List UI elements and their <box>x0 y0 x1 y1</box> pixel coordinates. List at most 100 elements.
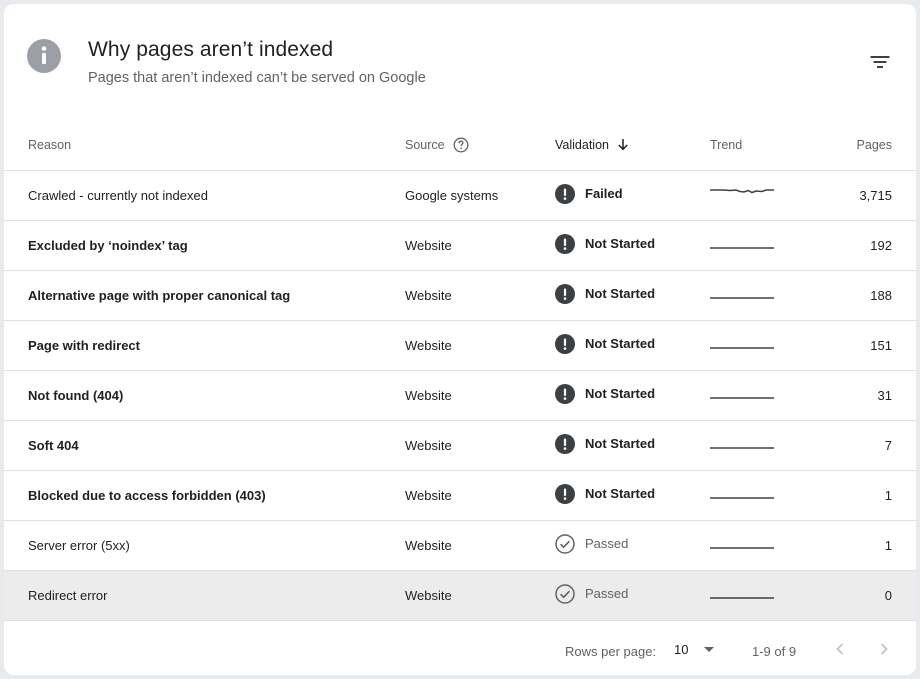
validation-status: Not Started <box>585 486 656 501</box>
pages-cell: 188 <box>870 287 892 303</box>
validation-cell: Not Started <box>555 320 710 370</box>
validation-status: Passed <box>585 536 629 551</box>
validation-cell: Not Started <box>555 420 710 470</box>
trend-sparkline <box>710 246 774 249</box>
trend-sparkline <box>710 546 774 549</box>
validation-status: Passed <box>585 586 629 601</box>
pagination-footer: Rows per page: 10 1-9 of 9 <box>4 620 916 675</box>
pages-cell: 7 <box>884 437 892 453</box>
alert-icon <box>555 233 575 254</box>
reason-cell: Crawled - currently not indexed <box>28 187 208 203</box>
column-header-validation[interactable]: Validation <box>555 120 710 170</box>
alert-icon <box>555 483 575 504</box>
reason-cell: Redirect error <box>28 587 108 603</box>
trend-cell <box>710 570 810 620</box>
previous-page-button[interactable] <box>828 637 852 661</box>
validation-cell: Not Started <box>555 270 710 320</box>
pages-cell: 192 <box>870 237 892 253</box>
trend-sparkline <box>710 188 774 193</box>
column-header-source-label: Source <box>405 137 445 152</box>
rows-per-page-select[interactable]: 10 <box>674 642 715 657</box>
table-header-row: Reason Source Validation Trend Pages <box>4 120 916 170</box>
trend-cell <box>710 270 810 320</box>
reasons-table: Reason Source Validation Trend Pages Cra… <box>4 120 916 621</box>
source-cell: Google systems <box>405 187 499 203</box>
source-cell: Website <box>405 337 452 353</box>
pages-cell: 31 <box>877 387 892 403</box>
card-header: Why pages aren’t indexed Pages that aren… <box>4 4 916 120</box>
trend-cell <box>710 220 810 270</box>
table-row[interactable]: Crawled - currently not indexed Google sy… <box>4 170 916 220</box>
table-row[interactable]: Not found (404) Website Not Started 31 <box>4 370 916 420</box>
validation-cell: Not Started <box>555 370 710 420</box>
source-cell: Website <box>405 487 452 503</box>
sort-arrow-down-icon <box>618 139 628 151</box>
trend-cell <box>710 320 810 370</box>
alert-icon <box>555 383 575 404</box>
report-card: Why pages aren’t indexed Pages that aren… <box>4 4 916 675</box>
check-circle-icon <box>555 533 575 554</box>
chevron-right-icon <box>880 643 888 655</box>
source-cell: Website <box>405 237 452 253</box>
rows-per-page-label: Rows per page: <box>565 644 657 659</box>
reason-cell: Soft 404 <box>28 437 79 453</box>
reason-cell: Alternative page with proper canonical t… <box>28 287 291 303</box>
trend-sparkline <box>710 496 774 499</box>
table-row[interactable]: Alternative page with proper canonical t… <box>4 270 916 320</box>
reason-cell: Not found (404) <box>28 387 124 403</box>
reason-cell: Blocked due to access forbidden (403) <box>28 487 266 503</box>
trend-sparkline <box>710 596 774 599</box>
filter-button[interactable] <box>862 44 898 80</box>
rows-per-page-value: 10 <box>674 642 689 657</box>
trend-sparkline <box>710 346 774 349</box>
table-row[interactable]: Excluded by ‘noindex’ tag Website Not Star… <box>4 220 916 270</box>
column-header-trend: Trend <box>710 137 743 152</box>
pages-cell: 0 <box>884 587 892 603</box>
help-icon[interactable] <box>453 137 469 153</box>
trend-cell <box>710 420 810 470</box>
pages-cell: 1 <box>884 487 892 503</box>
table-row[interactable]: Blocked due to access forbidden (403) Web… <box>4 470 916 520</box>
validation-status: Failed <box>585 186 623 201</box>
validation-status: Not Started <box>585 436 656 451</box>
source-cell: Website <box>405 537 452 553</box>
alert-icon <box>555 183 575 204</box>
column-header-source[interactable]: Source <box>405 120 555 170</box>
column-header-validation-label: Validation <box>555 137 609 152</box>
trend-sparkline <box>710 446 774 449</box>
page-subtitle: Pages that aren’t indexed can’t be serve… <box>88 70 426 86</box>
trend-sparkline <box>710 296 774 299</box>
filter-icon <box>870 56 890 68</box>
table-row[interactable]: Soft 404 Website Not Started 7 <box>4 420 916 470</box>
table-row[interactable]: Redirect error Website Passed 0 <box>4 570 916 620</box>
pages-cell: 3,715 <box>859 187 892 203</box>
chevron-left-icon <box>836 643 844 655</box>
table-row[interactable]: Page with redirect Website Not Started 151 <box>4 320 916 370</box>
info-icon <box>27 39 61 73</box>
trend-cell <box>710 370 810 420</box>
next-page-button[interactable] <box>872 637 896 661</box>
validation-cell: Failed <box>555 170 710 220</box>
reason-cell: Server error (5xx) <box>28 537 130 553</box>
validation-status: Not Started <box>585 336 656 351</box>
validation-status: Not Started <box>585 286 656 301</box>
validation-status: Not Started <box>585 236 656 251</box>
trend-cell <box>710 520 810 570</box>
trend-sparkline <box>710 396 774 399</box>
check-circle-icon <box>555 583 575 604</box>
pages-cell: 1 <box>884 537 892 553</box>
alert-icon <box>555 283 575 304</box>
column-header-pages[interactable]: Pages <box>810 120 916 170</box>
page-title: Why pages aren’t indexed <box>88 38 334 61</box>
reason-cell: Page with redirect <box>28 337 140 353</box>
trend-cell <box>710 170 810 220</box>
table-row[interactable]: Server error (5xx) Website Passed 1 <box>4 520 916 570</box>
column-header-reason[interactable]: Reason <box>4 120 405 170</box>
source-cell: Website <box>405 437 452 453</box>
trend-cell <box>710 470 810 520</box>
source-cell: Website <box>405 587 452 603</box>
alert-icon <box>555 333 575 354</box>
source-cell: Website <box>405 387 452 403</box>
reason-cell: Excluded by ‘noindex’ tag <box>28 237 188 253</box>
pagination-range: 1-9 of 9 <box>752 644 797 659</box>
